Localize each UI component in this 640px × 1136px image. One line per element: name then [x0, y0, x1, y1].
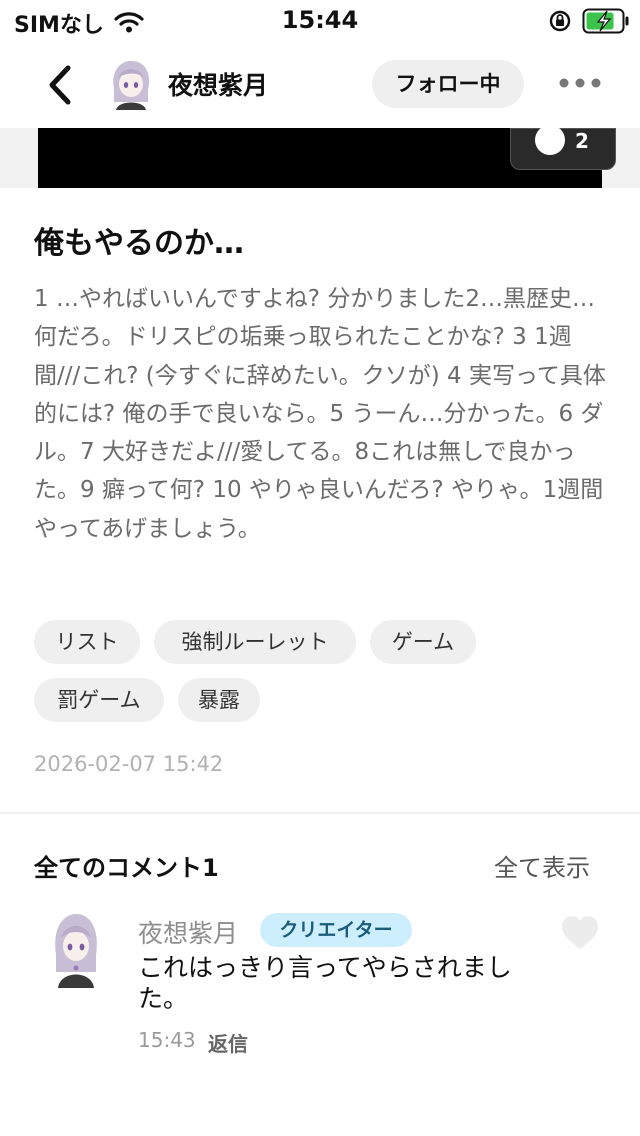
image-indicator-dot [535, 125, 565, 155]
show-all-comments-link[interactable]: 全て表示 [494, 848, 590, 883]
tag-chip[interactable]: 強制ルーレット [154, 620, 356, 664]
comment-item: 夜想紫月 クリエイター これはっきり言ってやらされました。 15:43 返信 [0, 900, 640, 1070]
user-name[interactable]: 夜想紫月 [168, 66, 268, 102]
post-date: 2026-02-07 15:42 [34, 752, 224, 776]
commenter-avatar[interactable] [52, 910, 100, 988]
comment-author[interactable]: 夜想紫月 [138, 914, 238, 950]
more-button[interactable] [556, 68, 604, 98]
post-title: 俺もやるのか… [34, 226, 244, 261]
more-dots-icon [559, 78, 601, 88]
nav-bar: 夜想紫月 フォロー中 [0, 44, 640, 128]
clock: 15:44 [281, 6, 359, 34]
image-count: 2 [575, 129, 589, 153]
tag-chip[interactable]: リスト [34, 620, 140, 664]
post-body: 1 …やればいいんですよね? 分かりました2…黒歴史…何だろ。ドリスピの垢乗っ取… [34, 286, 606, 542]
avatar[interactable] [108, 58, 154, 110]
tag-chip[interactable]: 暴露 [178, 678, 260, 722]
section-divider [0, 812, 640, 814]
reply-button[interactable]: 返信 [208, 1028, 248, 1057]
tag-chip[interactable]: ゲーム [370, 620, 476, 664]
image-counter-badge: 2 [510, 125, 616, 170]
orientation-lock-icon [549, 10, 571, 32]
tag-chip[interactable]: 罰ゲーム [34, 678, 164, 722]
status-bar: SIMなし 15:44 [0, 0, 640, 44]
post-image-area: 2 [0, 125, 640, 188]
comments-heading: 全てのコメント1 [34, 854, 219, 882]
following-button[interactable]: フォロー中 [372, 60, 524, 108]
heart-icon[interactable] [560, 914, 600, 952]
chevron-left-icon [49, 65, 71, 105]
comment-time: 15:43 [138, 1028, 196, 1052]
back-button[interactable] [36, 60, 86, 110]
comment-text: これはっきり言ってやらされました。 [138, 953, 512, 1013]
battery-charging-icon [582, 8, 629, 34]
creator-badge: クリエイター [260, 913, 412, 947]
